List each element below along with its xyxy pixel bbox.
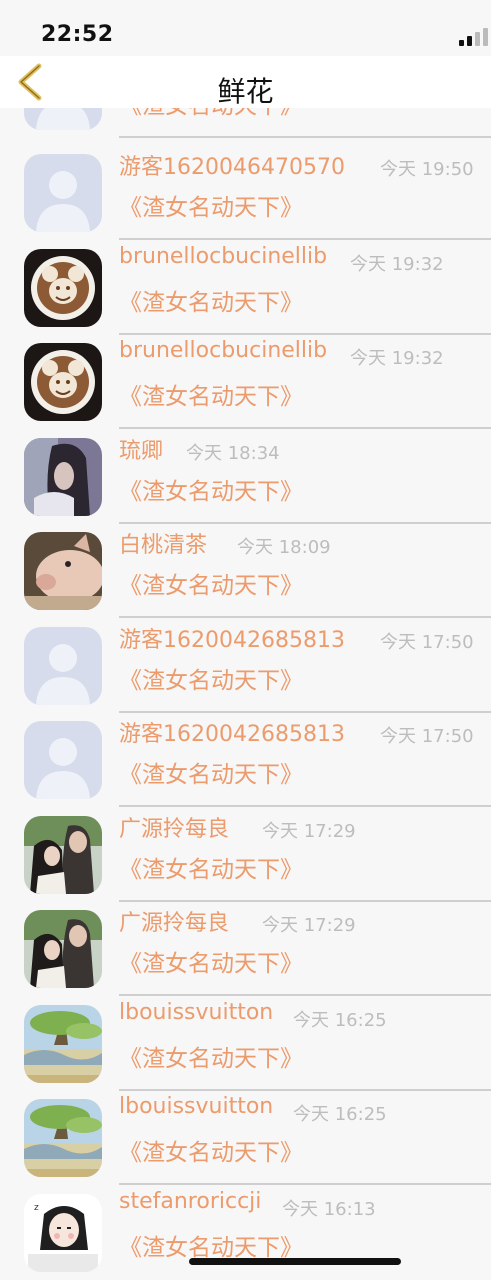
user-name[interactable]: 游客1620046470570 xyxy=(119,149,345,181)
page-title: 鲜花 xyxy=(217,75,274,108)
landscape-painting-avatar[interactable] xyxy=(24,1005,102,1083)
list-item[interactable]: lbouissvuitton 今天 16:25 《渣女名动天下》 xyxy=(0,996,491,1091)
timestamp: 今天 16:25 xyxy=(293,1010,387,1031)
girl-photo-avatar[interactable] xyxy=(24,438,102,516)
timestamp: 今天 17:29 xyxy=(262,821,356,842)
gift-name: 《渣女名动天下》 xyxy=(119,857,303,883)
timestamp: 今天 19:32 xyxy=(350,254,444,275)
home-indicator[interactable] xyxy=(189,1258,401,1265)
status-time: 22:52 xyxy=(41,22,114,47)
user-name[interactable]: 白桃清茶 xyxy=(119,527,207,559)
pig-photo-avatar[interactable] xyxy=(24,532,102,610)
latte-art-avatar[interactable] xyxy=(24,343,102,421)
couple-photo-avatar[interactable] xyxy=(24,816,102,894)
nav-bar: 鲜花 xyxy=(0,56,491,108)
list-item[interactable]: z stefanroriccji 今天 16:13 《渣女名动天下》 xyxy=(0,1185,491,1280)
default-avatar[interactable] xyxy=(24,721,102,799)
gift-name: 《渣女名动天下》 xyxy=(119,290,303,316)
user-name[interactable]: 游客1620042685813 xyxy=(119,622,345,654)
default-avatar[interactable] xyxy=(24,154,102,232)
gift-name: 《渣女名动天下》 xyxy=(119,573,303,599)
list-item[interactable]: brunellocbucinellib 今天 19:32 《渣女名动天下》 xyxy=(0,334,491,429)
timestamp: 今天 16:13 xyxy=(282,1199,376,1220)
list-item[interactable]: 游客1620042685813 今天 17:50 《渣女名动天下》 xyxy=(0,618,491,713)
gift-name: 《渣女名动天下》 xyxy=(119,668,303,694)
gift-name: 《渣女名动天下》 xyxy=(119,384,303,410)
signal-bars-icon xyxy=(459,28,489,46)
timestamp: 今天 19:32 xyxy=(350,348,444,369)
user-name[interactable]: lbouissvuitton xyxy=(119,1000,273,1025)
list-item[interactable]: 白桃清茶 今天 18:09 《渣女名动天下》 xyxy=(0,523,491,618)
default-avatar[interactable] xyxy=(24,627,102,705)
timestamp: 今天 17:50 xyxy=(380,726,474,747)
timestamp: 今天 18:34 xyxy=(186,443,280,464)
user-name[interactable]: brunellocbucinellib xyxy=(119,244,327,269)
couple-photo-avatar[interactable] xyxy=(24,910,102,988)
user-name[interactable]: 琉卿 xyxy=(119,433,163,465)
cartoon-girl-avatar[interactable]: z xyxy=(24,1194,102,1272)
timestamp: 今天 17:29 xyxy=(262,915,356,936)
user-name[interactable]: 游客1620042685813 xyxy=(119,716,345,748)
divider xyxy=(119,136,491,138)
list-item[interactable]: 广源拎每良 今天 17:29 《渣女名动天下》 xyxy=(0,807,491,902)
gift-name: 《渣女名动天下》 xyxy=(119,195,303,221)
status-bar: 22:52 xyxy=(0,0,491,56)
user-name[interactable]: stefanroriccji xyxy=(119,1189,261,1214)
gift-name: 《渣女名动天下》 xyxy=(119,1046,303,1072)
user-name[interactable]: 广源拎每良 xyxy=(119,905,229,937)
gift-name: 《渣女名动天下》 xyxy=(119,1140,303,1166)
gift-name: 《渣女名动天下》 xyxy=(119,1235,303,1261)
timestamp: 今天 19:50 xyxy=(380,159,474,180)
gift-record-list[interactable]: 《渣女名动天下》 游客1620046470570 今天 19:50 《渣女名动天… xyxy=(0,0,491,1280)
timestamp: 今天 17:50 xyxy=(380,632,474,653)
gift-name: 《渣女名动天下》 xyxy=(119,762,303,788)
list-item[interactable]: lbouissvuitton 今天 16:25 《渣女名动天下》 xyxy=(0,1090,491,1185)
list-item[interactable]: 游客1620046470570 今天 19:50 《渣女名动天下》 xyxy=(0,145,491,240)
timestamp: 今天 16:25 xyxy=(293,1104,387,1125)
user-name[interactable]: lbouissvuitton xyxy=(119,1094,273,1119)
list-item[interactable]: 广源拎每良 今天 17:29 《渣女名动天下》 xyxy=(0,901,491,996)
timestamp: 今天 18:09 xyxy=(237,537,331,558)
gift-name: 《渣女名动天下》 xyxy=(119,951,303,977)
landscape-painting-avatar[interactable] xyxy=(24,1099,102,1177)
list-item[interactable]: 琉卿 今天 18:34 《渣女名动天下》 xyxy=(0,429,491,524)
list-item[interactable]: brunellocbucinellib 今天 19:32 《渣女名动天下》 xyxy=(0,240,491,335)
svg-text:z: z xyxy=(34,1203,39,1213)
gift-name: 《渣女名动天下》 xyxy=(119,479,303,505)
user-name[interactable]: 广源拎每良 xyxy=(119,811,229,843)
list-item[interactable]: 游客1620042685813 今天 17:50 《渣女名动天下》 xyxy=(0,712,491,807)
user-name[interactable]: brunellocbucinellib xyxy=(119,338,327,363)
latte-art-avatar[interactable] xyxy=(24,249,102,327)
